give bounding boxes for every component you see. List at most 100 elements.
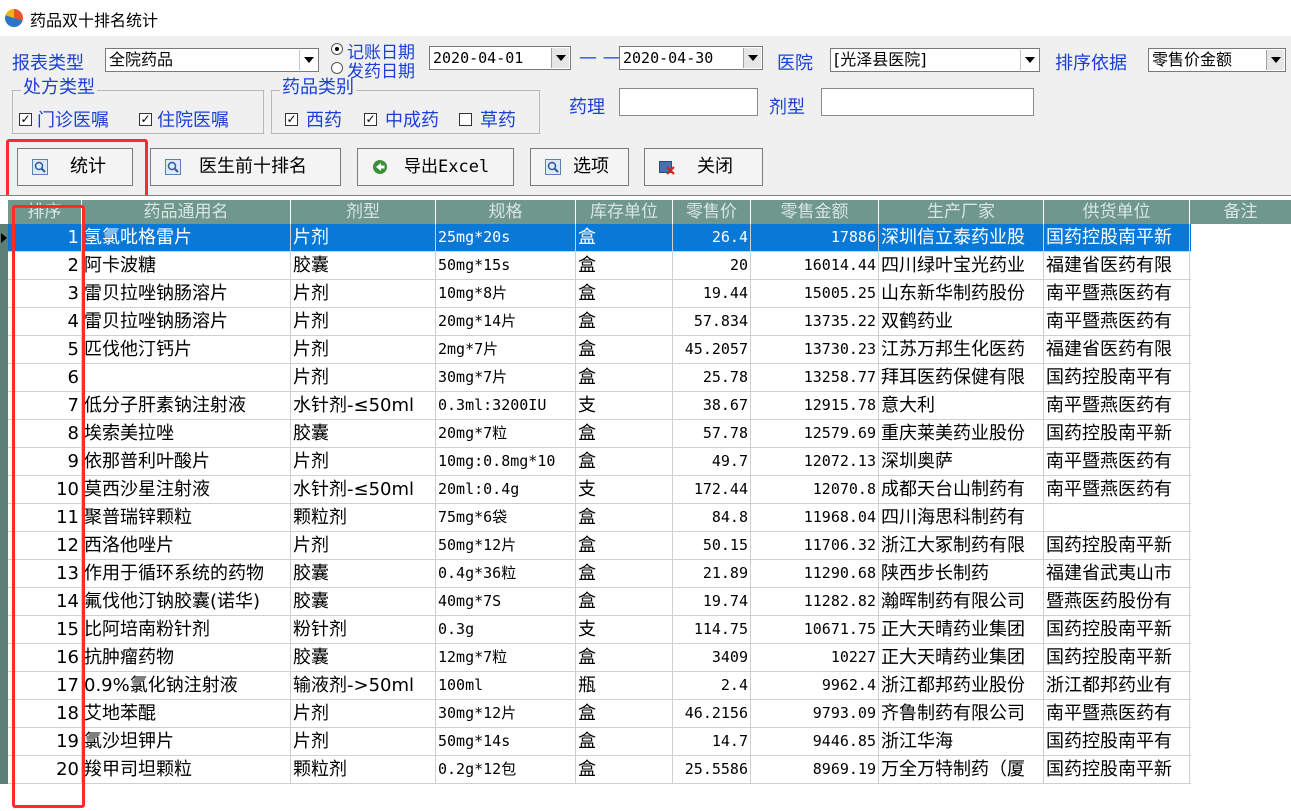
cell-rank[interactable]: 14 <box>8 588 82 616</box>
cell-stock-unit[interactable]: 盒 <box>576 756 673 784</box>
cell-retail-price[interactable]: 57.78 <box>673 420 751 448</box>
cell-retail-price[interactable]: 172.44 <box>673 476 751 504</box>
cell-dosage-form[interactable]: 片剂 <box>291 532 436 560</box>
cell-dosage-form[interactable]: 水针剂-≤50ml <box>291 392 436 420</box>
table-row[interactable]: 9 依那普利叶酸片 片剂 10mg:0.8mg*10 盒 49.7 12072.13 深圳奥萨… <box>8 448 1191 476</box>
cell-manufacturer[interactable]: 深圳信立泰药业股 <box>879 224 1044 252</box>
cell-generic-name[interactable]: 艾地苯醌 <box>82 700 291 728</box>
chevron-down-icon[interactable] <box>743 48 761 68</box>
cell-retail-price[interactable]: 49.7 <box>673 448 751 476</box>
cell-dosage-form[interactable]: 胶囊 <box>291 420 436 448</box>
cell-rank[interactable]: 13 <box>8 560 82 588</box>
cell-supplier[interactable]: 福建省武夷山市 <box>1044 560 1190 588</box>
cell-retail-amount[interactable]: 13735.22 <box>751 308 879 336</box>
cell-spec[interactable]: 0.3g <box>436 616 576 644</box>
cell-manufacturer[interactable]: 意大利 <box>879 392 1044 420</box>
cell-manufacturer[interactable]: 四川绿叶宝光药业 <box>879 252 1044 280</box>
cell-supplier[interactable]: 南平暨燕医药有 <box>1044 448 1190 476</box>
cell-supplier[interactable]: 福建省医药有限 <box>1044 336 1190 364</box>
cell-retail-amount[interactable]: 12915.78 <box>751 392 879 420</box>
cell-rank[interactable]: 8 <box>8 420 82 448</box>
cell-retail-amount[interactable]: 12579.69 <box>751 420 879 448</box>
cell-generic-name[interactable]: 埃索美拉唑 <box>82 420 291 448</box>
column-header-generic-name[interactable]: 药品通用名 <box>82 200 291 224</box>
cell-dosage-form[interactable]: 片剂 <box>291 336 436 364</box>
hospital-select[interactable]: [光泽县医院] <box>830 48 1040 72</box>
cell-generic-name[interactable]: 聚普瑞锌颗粒 <box>82 504 291 532</box>
table-row[interactable]: 6 片剂 30mg*7片盒 25.78 13258.77 拜耳医药保健有限 国药控股南平有 <box>8 364 1191 392</box>
cell-rank[interactable]: 17 <box>8 672 82 700</box>
cell-spec[interactable]: 75mg*6袋 <box>436 504 576 532</box>
cell-generic-name[interactable]: 比阿培南粉针剂 <box>82 616 291 644</box>
column-header-remarks[interactable]: 备注 <box>1190 200 1291 224</box>
cell-remarks[interactable] <box>1190 392 1191 420</box>
cell-remarks[interactable] <box>1190 532 1191 560</box>
column-header-rank[interactable]: 排序 <box>8 200 82 224</box>
cell-spec[interactable]: 10mg*8片 <box>436 280 576 308</box>
cell-supplier[interactable]: 南平暨燕医药有 <box>1044 476 1190 504</box>
cell-remarks[interactable] <box>1190 672 1191 700</box>
cell-rank[interactable]: 9 <box>8 448 82 476</box>
checkbox-patent[interactable]: ✓ <box>364 113 377 126</box>
checkbox-herbal[interactable] <box>459 113 472 126</box>
cell-remarks[interactable] <box>1190 588 1191 616</box>
cell-retail-amount[interactable]: 16014.44 <box>751 252 879 280</box>
cell-dosage-form[interactable]: 水针剂-≤50ml <box>291 476 436 504</box>
cell-retail-amount[interactable]: 11706.32 <box>751 532 879 560</box>
cell-retail-price[interactable]: 19.74 <box>673 588 751 616</box>
ranking-table[interactable]: 排序 药品通用名 剂型 规格 库存单位 零售价 零售金额 生产厂家 供货单位 备… <box>0 195 1291 811</box>
cell-stock-unit[interactable]: 盒 <box>576 224 673 252</box>
export-excel-button[interactable]: 导出Excel <box>357 148 514 186</box>
cell-retail-amount[interactable]: 11290.68 <box>751 560 879 588</box>
table-row[interactable]: 19 氯沙坦钾片 片剂 50mg*14s 盒 14.7 9446.85 浙江华海 国药控股南平有 <box>8 728 1191 756</box>
cell-manufacturer[interactable]: 陕西步长制药 <box>879 560 1044 588</box>
cell-stock-unit[interactable]: 盒 <box>576 364 673 392</box>
column-header-supplier[interactable]: 供货单位 <box>1044 200 1190 224</box>
cell-manufacturer[interactable]: 深圳奥萨 <box>879 448 1044 476</box>
cell-dosage-form[interactable]: 颗粒剂 <box>291 504 436 532</box>
cell-remarks[interactable] <box>1190 644 1191 672</box>
chevron-down-icon[interactable] <box>1020 50 1038 70</box>
cell-generic-name[interactable]: 低分子肝素钠注射液 <box>82 392 291 420</box>
table-row[interactable]: 11 聚普瑞锌颗粒 颗粒剂 75mg*6袋盒 84.8 11968.04 四川海思科制药有 <box>8 504 1191 532</box>
top-ten-doctors-button[interactable]: 医生前十排名 <box>150 148 341 186</box>
dosage-form-input[interactable] <box>821 88 1034 116</box>
cell-generic-name[interactable]: 0.9%氯化钠注射液 <box>82 672 291 700</box>
cell-remarks[interactable] <box>1190 728 1191 756</box>
cell-manufacturer[interactable]: 四川海思科制药有 <box>879 504 1044 532</box>
cell-generic-name[interactable]: 匹伐他汀钙片 <box>82 336 291 364</box>
cell-supplier[interactable]: 南平暨燕医药有 <box>1044 700 1190 728</box>
cell-retail-price[interactable]: 45.2057 <box>673 336 751 364</box>
column-header-spec[interactable]: 规格 <box>436 200 576 224</box>
column-header-stock-unit[interactable]: 库存单位 <box>576 200 673 224</box>
cell-manufacturer[interactable]: 浙江大冢制药有限 <box>879 532 1044 560</box>
cell-retail-amount[interactable]: 12070.8 <box>751 476 879 504</box>
cell-remarks[interactable] <box>1190 420 1191 448</box>
column-header-manufacturer[interactable]: 生产厂家 <box>879 200 1044 224</box>
cell-supplier[interactable]: 福建省医药有限 <box>1044 252 1190 280</box>
cell-stock-unit[interactable]: 盒 <box>576 448 673 476</box>
options-button[interactable]: 选项 <box>530 148 629 186</box>
cell-stock-unit[interactable]: 支 <box>576 476 673 504</box>
table-row[interactable]: 7 低分子肝素钠注射液 水针剂-≤50ml 0.3ml:3200IU 支 38.67 129… <box>8 392 1191 420</box>
cell-dosage-form[interactable]: 胶囊 <box>291 560 436 588</box>
cell-stock-unit[interactable]: 盒 <box>576 588 673 616</box>
cell-spec[interactable]: 40mg*7S <box>436 588 576 616</box>
cell-generic-name[interactable]: 雷贝拉唑钠肠溶片 <box>82 280 291 308</box>
cell-retail-amount[interactable]: 10227 <box>751 644 879 672</box>
cell-rank[interactable]: 2 <box>8 252 82 280</box>
table-row[interactable]: 3 雷贝拉唑钠肠溶片 片剂 10mg*8片盒 19.44 15005.25 山东新华制药股份… <box>8 280 1191 308</box>
cell-stock-unit[interactable]: 支 <box>576 392 673 420</box>
cell-generic-name[interactable]: 西洛他唑片 <box>82 532 291 560</box>
cell-dosage-form[interactable]: 片剂 <box>291 308 436 336</box>
cell-spec[interactable]: 25mg*20s <box>436 224 576 252</box>
cell-stock-unit[interactable]: 盒 <box>576 504 673 532</box>
radio-posting-date[interactable] <box>331 43 343 55</box>
cell-generic-name[interactable]: 阿卡波糖 <box>82 252 291 280</box>
table-row[interactable]: 1 氢氯吡格雷片 片剂 25mg*20s 盒 26.4 17886 深圳信立泰药业股 国药控股南… <box>8 224 1191 252</box>
cell-stock-unit[interactable]: 盒 <box>576 280 673 308</box>
cell-stock-unit[interactable]: 盒 <box>576 560 673 588</box>
cell-manufacturer[interactable]: 山东新华制药股份 <box>879 280 1044 308</box>
column-header-retail-amount[interactable]: 零售金额 <box>751 200 879 224</box>
cell-remarks[interactable] <box>1190 616 1191 644</box>
